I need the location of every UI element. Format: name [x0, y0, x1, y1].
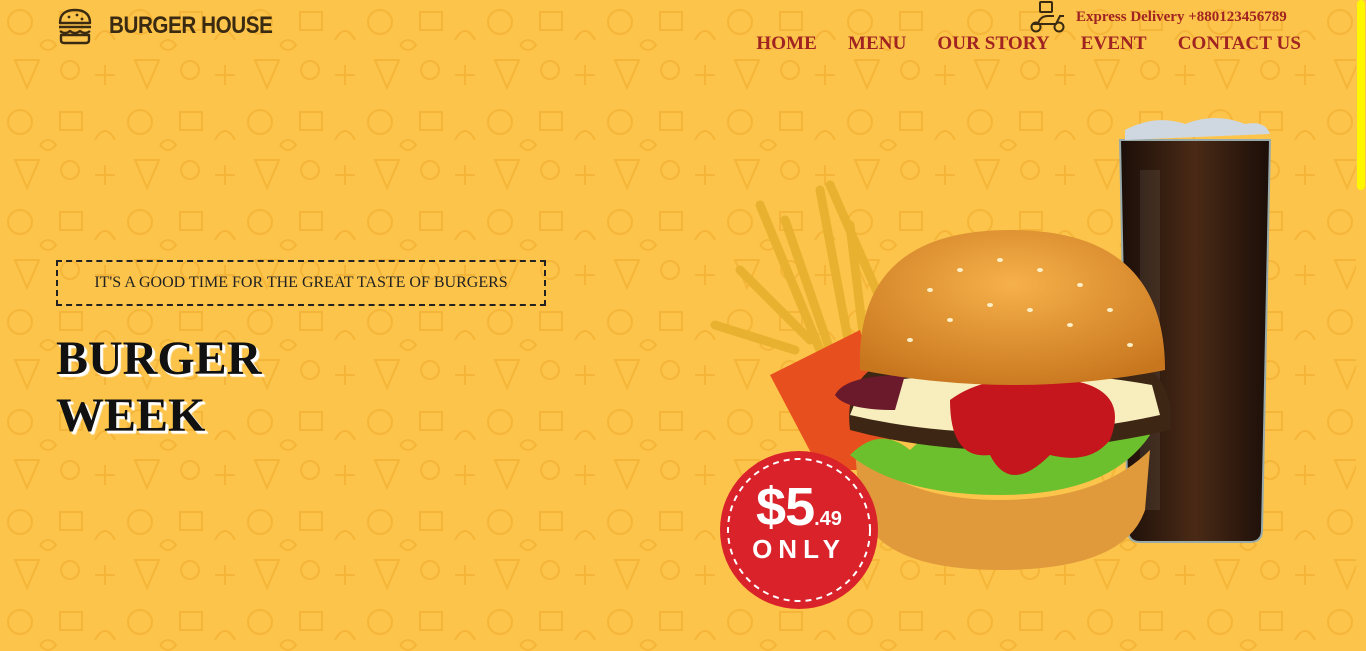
scrollbar-thumb[interactable] [1357, 0, 1365, 190]
scrollbar-track[interactable] [1356, 0, 1366, 651]
brand-logo[interactable]: BURGER HOUSE [55, 6, 299, 46]
price-cents: .49 [814, 508, 842, 530]
brand-name: BURGER HOUSE [109, 12, 273, 39]
nav-home[interactable]: HOME [756, 33, 817, 55]
headline-line-2: WEEK [56, 389, 206, 442]
price-label: $5.49 ONLY [720, 476, 878, 565]
delivery-phone-text: Express Delivery +880123456789 [1076, 8, 1287, 25]
headline-line-1: BURGER [56, 332, 262, 385]
price-dollars: $5 [756, 477, 815, 537]
nav-our-story[interactable]: OUR STORY [937, 33, 1049, 55]
nav-menu[interactable]: MENU [848, 33, 906, 55]
express-delivery: Express Delivery +880123456789 [1026, 0, 1287, 34]
hero-headline: BURGER WEEK [56, 330, 261, 444]
nav-event[interactable]: EVENT [1081, 33, 1147, 55]
burger [835, 230, 1171, 570]
delivery-scooter-icon [1030, 1, 1065, 33]
main-nav: HOME MENU OUR STORY EVENT CONTACT US [756, 33, 1301, 55]
price-only-text: ONLY [752, 534, 846, 564]
burger-logo-icon [58, 8, 92, 45]
hero-tagline: IT'S A GOOD TIME FOR THE GREAT TASTE OF … [56, 260, 546, 306]
nav-contact-us[interactable]: CONTACT US [1178, 33, 1301, 55]
